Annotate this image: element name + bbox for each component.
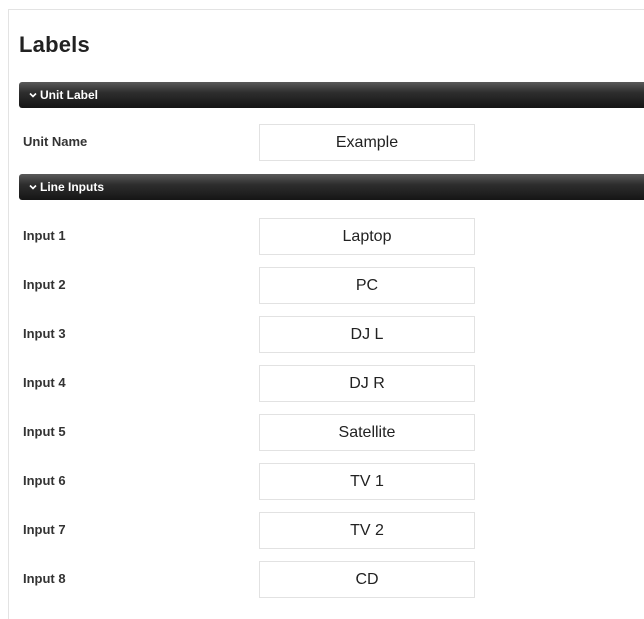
input-2-field[interactable] bbox=[259, 267, 475, 304]
input-4-field[interactable] bbox=[259, 365, 475, 402]
section-header-unit-label[interactable]: Unit Label bbox=[19, 82, 644, 108]
input-7-field[interactable] bbox=[259, 512, 475, 549]
input-1-label: Input 1 bbox=[23, 228, 66, 243]
chevron-down-icon bbox=[29, 92, 37, 98]
input-6-label: Input 6 bbox=[23, 473, 66, 488]
unit-name-field[interactable] bbox=[259, 124, 475, 161]
input-4-label: Input 4 bbox=[23, 375, 66, 390]
section-title: Unit Label bbox=[40, 88, 99, 102]
section-header-line-inputs[interactable]: Line Inputs bbox=[19, 174, 644, 200]
input-5-field[interactable] bbox=[259, 414, 475, 451]
section-title: Line Inputs bbox=[40, 180, 104, 194]
unit-name-label: Unit Name bbox=[23, 134, 88, 149]
input-7-label: Input 7 bbox=[23, 522, 66, 537]
input-3-field[interactable] bbox=[259, 316, 475, 353]
input-8-field[interactable] bbox=[259, 561, 475, 598]
input-1-field[interactable] bbox=[259, 218, 475, 255]
input-5-label: Input 5 bbox=[23, 424, 66, 439]
page-title: Labels bbox=[19, 32, 90, 57]
input-8-label: Input 8 bbox=[23, 571, 66, 586]
input-2-label: Input 2 bbox=[23, 277, 66, 292]
chevron-down-icon bbox=[29, 184, 37, 190]
input-3-label: Input 3 bbox=[23, 326, 66, 341]
input-6-field[interactable] bbox=[259, 463, 475, 500]
